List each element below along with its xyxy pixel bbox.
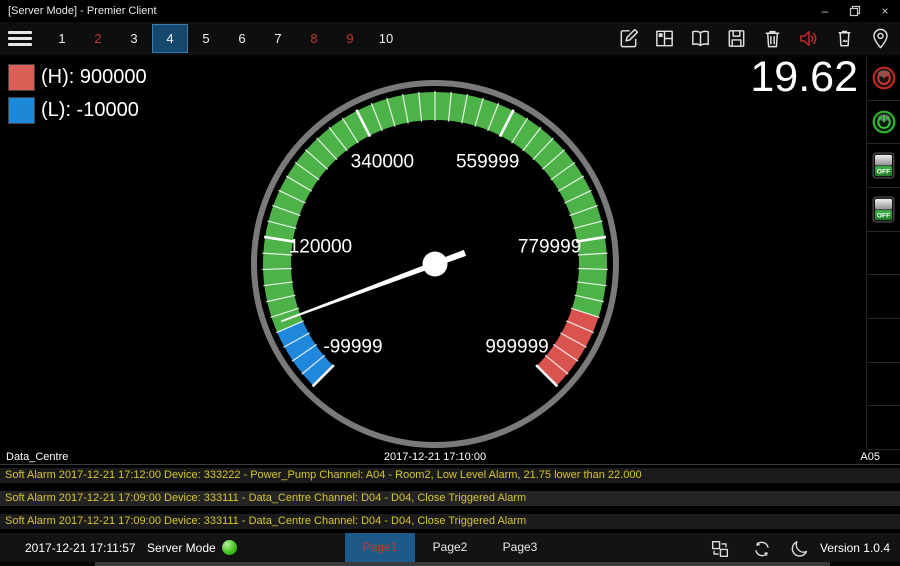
- page-tab-3[interactable]: Page3: [485, 533, 555, 562]
- tab-7[interactable]: 7: [260, 24, 296, 53]
- svg-text:559999: 559999: [456, 151, 519, 172]
- empty-cell: [867, 406, 900, 450]
- empty-cell: [867, 275, 900, 319]
- svg-text:779999: 779999: [518, 237, 581, 258]
- alarm-list: Soft Alarm 2017-12-21 17:12:00 Device: 3…: [0, 464, 900, 533]
- toggle-off-icon: OFF: [872, 196, 895, 223]
- tab-1[interactable]: 1: [44, 24, 80, 53]
- minimize-button[interactable]: –: [810, 0, 840, 22]
- title-bar: [Server Mode] - Premier Client – ×: [0, 0, 900, 22]
- channel-code: A05: [860, 451, 880, 463]
- menu-icon[interactable]: [8, 31, 32, 46]
- svg-text:999999: 999999: [485, 337, 548, 358]
- page-tab-2[interactable]: Page2: [415, 533, 485, 562]
- svg-text:OFF: OFF: [877, 169, 891, 176]
- power-off-icon: [871, 65, 897, 91]
- legend-high-swatch: [8, 64, 35, 91]
- empty-cell: [867, 232, 900, 276]
- tab-5[interactable]: 5: [188, 24, 224, 53]
- close-button[interactable]: ×: [870, 0, 900, 22]
- tab-10[interactable]: 10: [368, 24, 404, 53]
- toggle-off-icon: OFF: [872, 152, 895, 179]
- tab-4[interactable]: 4: [152, 24, 188, 53]
- mode-indicator: [222, 540, 237, 555]
- empty-cell: [867, 319, 900, 363]
- sync-icon[interactable]: [751, 538, 773, 560]
- toggle-switch-2[interactable]: OFF: [867, 188, 900, 232]
- tab-6[interactable]: 6: [224, 24, 260, 53]
- gauge-footer: Data_Centre 2017-12-21 17:10:00 A05: [0, 450, 900, 464]
- svg-text:340000: 340000: [351, 151, 414, 172]
- svg-text:120000: 120000: [289, 237, 352, 258]
- window-title: [Server Mode] - Premier Client: [8, 5, 157, 17]
- power-on-button[interactable]: [867, 101, 900, 145]
- right-sidebar: OFF OFF: [866, 57, 900, 450]
- page-tab-1[interactable]: Page1: [345, 533, 415, 562]
- version-label: Version 1.0.4: [820, 541, 890, 555]
- legend-high-label: (H): 900000: [41, 66, 147, 89]
- sound-icon[interactable]: [797, 27, 820, 50]
- status-bar: 2017-12-21 17:11:57 Server Mode Page1 Pa…: [0, 533, 900, 566]
- tab-3[interactable]: 3: [116, 24, 152, 53]
- page-tabs: Page1 Page2 Page3: [345, 533, 555, 562]
- night-mode-icon[interactable]: [789, 538, 811, 560]
- device-name: Data_Centre: [6, 451, 68, 463]
- legend-low-label: (L): -10000: [41, 99, 139, 122]
- alarm-row[interactable]: Soft Alarm 2017-12-21 17:12:00 Device: 3…: [0, 468, 900, 483]
- location-icon[interactable]: [869, 27, 892, 50]
- legend-low-row: (L): -10000: [8, 97, 147, 124]
- tab-2[interactable]: 2: [80, 24, 116, 53]
- legend-high-row: (H): 900000: [8, 64, 147, 91]
- reading-timestamp: 2017-12-21 17:10:00: [0, 451, 870, 463]
- main-content: (H): 900000 (L): -10000 19.62 -999991200…: [0, 57, 900, 450]
- svg-text:-99999: -99999: [323, 337, 382, 358]
- gauge-legend: (H): 900000 (L): -10000: [8, 64, 147, 130]
- current-value: 19.62: [750, 53, 858, 102]
- status-clock: 2017-12-21 17:11:57: [25, 541, 136, 555]
- book-icon[interactable]: [689, 27, 712, 50]
- power-off-button[interactable]: [867, 57, 900, 101]
- mode-label: Server Mode: [147, 541, 216, 555]
- toggle-switch-1[interactable]: OFF: [867, 144, 900, 188]
- snapshot-icon[interactable]: [833, 27, 856, 50]
- tab-bar: 1 2 3 4 5 6 7 8 9 10: [0, 22, 900, 57]
- save-icon[interactable]: [725, 27, 748, 50]
- tab-9[interactable]: 9: [332, 24, 368, 53]
- empty-cell: [867, 363, 900, 407]
- edit-icon[interactable]: [617, 27, 640, 50]
- layout-icon[interactable]: [653, 27, 676, 50]
- tab-8[interactable]: 8: [296, 24, 332, 53]
- window-controls: – ×: [810, 0, 900, 22]
- restore-button[interactable]: [840, 0, 870, 22]
- power-on-icon: [871, 109, 897, 135]
- alarm-row[interactable]: Soft Alarm 2017-12-21 17:09:00 Device: 3…: [0, 491, 900, 506]
- restore-icon: [849, 5, 861, 17]
- svg-text:OFF: OFF: [877, 212, 891, 219]
- alarm-row[interactable]: Soft Alarm 2017-12-21 17:09:00 Device: 3…: [0, 514, 900, 529]
- toolbar: [617, 27, 900, 50]
- trash-icon[interactable]: [761, 27, 784, 50]
- legend-low-swatch: [8, 97, 35, 124]
- gauge-panel: (H): 900000 (L): -10000 19.62 -999991200…: [0, 57, 866, 450]
- page-layout-icon[interactable]: [709, 538, 731, 560]
